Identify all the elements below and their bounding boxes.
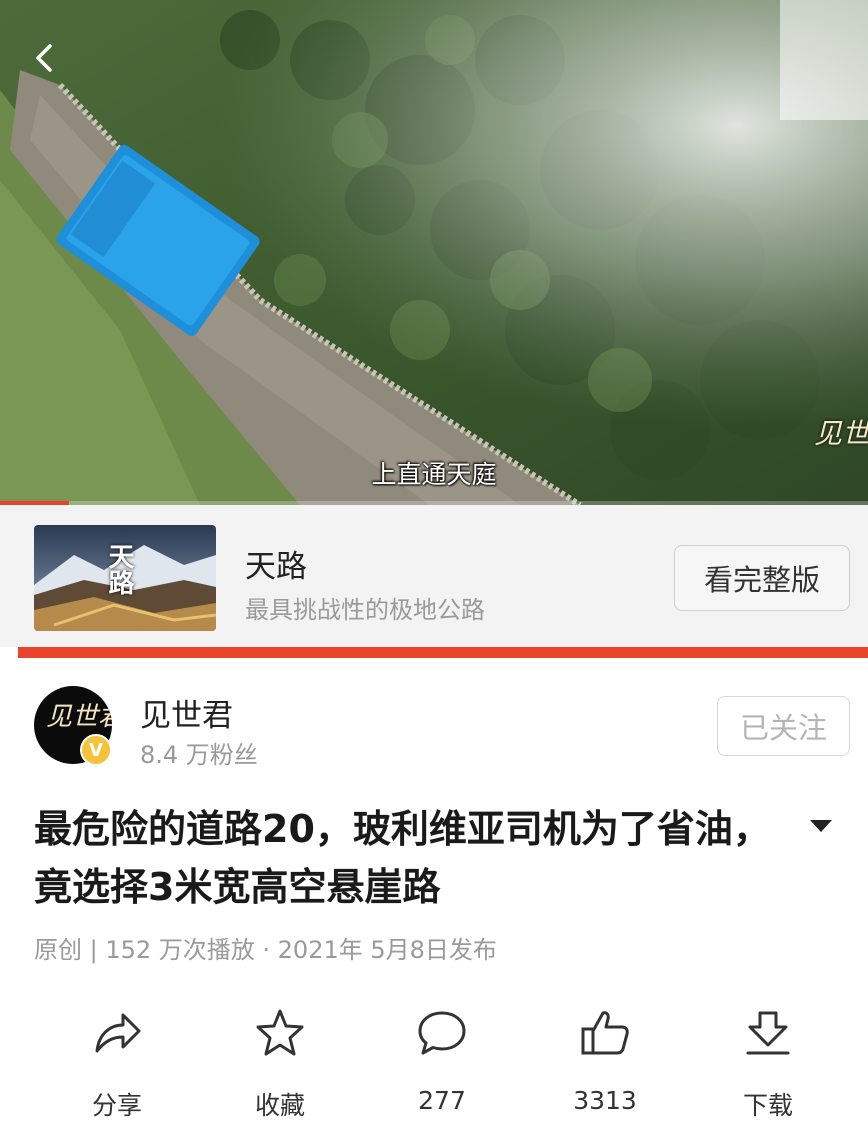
fan-count: 8.4 万粉丝 [140,741,258,769]
accent-divider [18,647,868,658]
following-button[interactable]: 已关注 [717,696,850,756]
download-label: 下载 [742,1091,793,1120]
series-thumbnail[interactable]: 天路 [34,525,216,631]
download-button[interactable]: 下载 [708,1000,828,1130]
like-button[interactable]: 3313 [545,1000,665,1130]
back-arrow-icon[interactable] [24,36,68,80]
comment-icon [418,1011,466,1055]
avatar-logo-text: 见世君 [46,702,112,732]
comment-button[interactable]: 277 [382,1000,502,1130]
video-meta: 原创 | 152 万次播放 · 2021年 5月8日发布 [34,936,497,964]
video-title: 最危险的道路20，玻利维亚司机为了省油，竟选择3米宽高空悬崖路 [34,807,771,909]
author-name[interactable]: 见世君 [140,690,233,735]
video-subtitle: 上直通天庭 [371,460,497,489]
thumbs-up-icon [581,1011,629,1055]
comment-count: 277 [418,1086,466,1115]
download-icon [746,1011,790,1055]
watch-full-button[interactable]: 看完整版 [674,545,850,611]
series-description: 最具挑战性的极地公路 [245,596,485,624]
video-player[interactable]: 见世君 上直通天庭 [0,0,868,505]
star-icon [256,1009,304,1056]
watermark-logo-text: 见世君 [814,417,868,450]
series-card[interactable]: 天路 天路 最具挑战性的极地公路 看完整版 [0,505,868,647]
series-thumbnail-text: 天路 [104,543,134,595]
verified-v-icon: V [80,734,112,766]
share-button[interactable]: 分享 [57,1000,177,1130]
series-title: 天路 [245,549,307,585]
action-bar: 分享 收藏 277 3313 下载 [0,1000,868,1138]
expand-triangle-icon[interactable] [806,816,836,836]
favorite-label: 收藏 [254,1091,305,1120]
like-count: 3313 [573,1086,637,1115]
favorite-button[interactable]: 收藏 [220,1000,340,1130]
share-icon [95,1013,141,1053]
share-label: 分享 [91,1091,142,1120]
video-frame [0,0,868,505]
